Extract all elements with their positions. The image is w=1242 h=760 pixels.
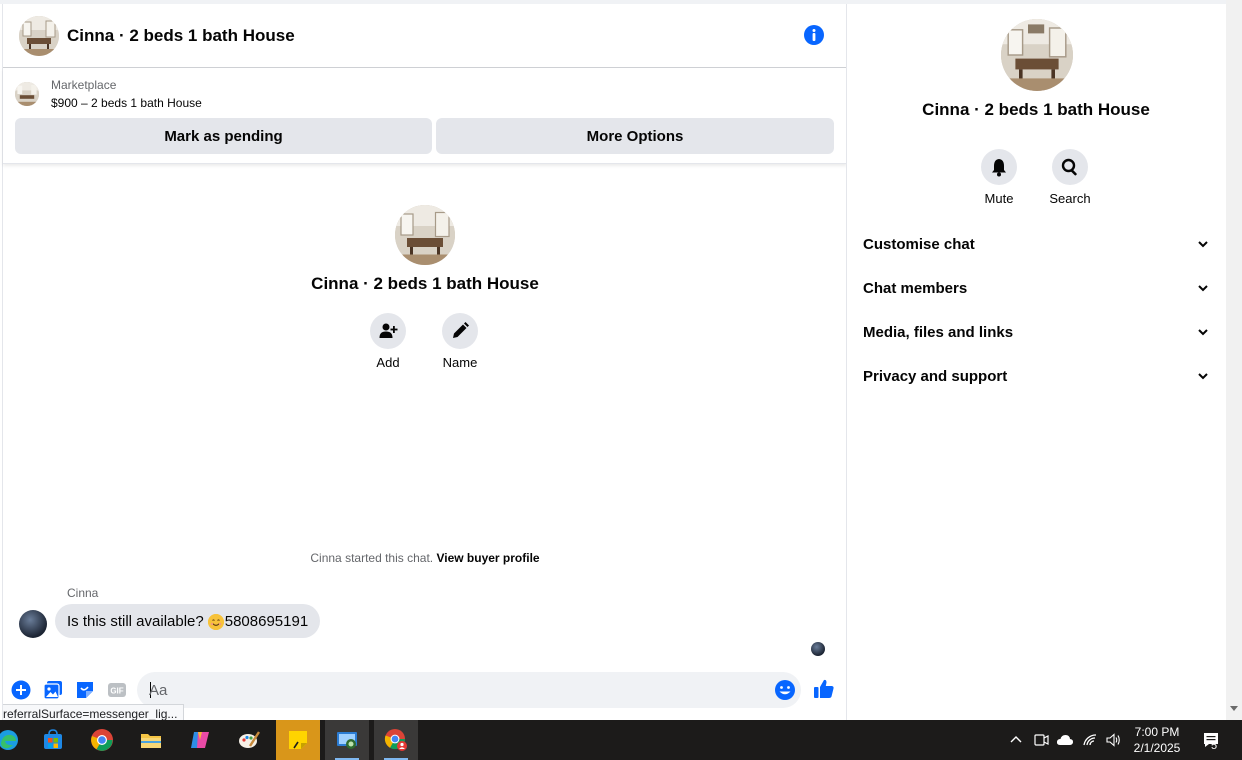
search-icon [1061, 158, 1077, 176]
listing-thumbnail[interactable] [15, 82, 39, 106]
chrome-profile-app[interactable] [374, 720, 418, 760]
mute-button[interactable]: Mute [967, 149, 1031, 206]
chat-header: Cinna · 2 beds 1 bath House [3, 4, 847, 68]
chrome-icon [91, 729, 113, 751]
mute-label: Mute [984, 191, 1014, 206]
search-in-conversation-button[interactable]: Search [1038, 149, 1102, 206]
chat-avatar[interactable] [19, 16, 59, 56]
windows-taskbar: 7:00 PM 2/1/2025 5 [0, 720, 1242, 760]
section-label: Chat members [863, 279, 968, 297]
svg-text:GIF: GIF [110, 687, 123, 696]
plus-circle-icon[interactable] [11, 680, 31, 700]
smiling-emoji-icon [207, 614, 224, 630]
message-text: Is this still available? [67, 612, 204, 630]
listing-title[interactable]: $900 – 2 beds 1 bath House [51, 96, 202, 110]
conversation-info-panel: Cinna · 2 beds 1 bath House Mute Search … [846, 4, 1224, 720]
message-input[interactable] [149, 672, 749, 708]
section-media-files-links[interactable]: Media, files and links [855, 310, 1217, 354]
wifi-icon [1083, 734, 1097, 746]
paint-app[interactable] [227, 720, 271, 760]
taskbar-clock[interactable]: 7:00 PM 2/1/2025 [1126, 724, 1188, 756]
section-label: Media, files and links [863, 323, 1014, 341]
section-privacy-support[interactable]: Privacy and support [855, 354, 1217, 398]
clock-date: 2/1/2025 [1133, 741, 1181, 755]
speaker-icon [1106, 733, 1120, 747]
add-people-button[interactable]: Add [358, 313, 418, 370]
chevron-up-icon [1010, 736, 1022, 743]
remote-desktop-icon [337, 732, 357, 749]
sticky-notes-icon [289, 731, 307, 749]
sticker-icon[interactable] [75, 680, 95, 700]
store-app[interactable] [31, 720, 75, 760]
mark-as-pending-button[interactable]: Mark as pending [15, 118, 432, 154]
seen-indicator-avatar [811, 642, 825, 656]
panel-avatar[interactable] [1001, 19, 1073, 91]
message-bubble[interactable]: Is this still available? 5808695191 [55, 604, 321, 638]
chevron-down-icon [1198, 373, 1208, 380]
conversation-avatar[interactable] [395, 205, 455, 265]
chat-pane: Cinna · 2 beds 1 bath House Marketplace … [2, 4, 847, 724]
section-chat-members[interactable]: Chat members [855, 266, 1217, 310]
chrome-app[interactable] [80, 720, 124, 760]
message-sender-name: Cinna [67, 586, 99, 600]
edge-icon [0, 730, 18, 750]
file-explorer-app[interactable] [129, 720, 173, 760]
notification-count-badge: 5 [1211, 740, 1218, 752]
volume-tray[interactable] [1102, 720, 1124, 760]
file-explorer-icon [141, 734, 161, 748]
chat-title: Cinna · 2 beds 1 bath House [67, 26, 295, 45]
add-label: Add [376, 355, 400, 370]
copilot-app[interactable] [178, 720, 222, 760]
meet-now-tray[interactable] [1030, 720, 1052, 760]
sender-avatar[interactable] [19, 610, 47, 638]
bell-icon [992, 159, 1006, 177]
gif-icon[interactable]: GIF [107, 680, 127, 700]
copilot-icon [191, 732, 209, 748]
chat-started-notice: Cinna started this chat. View buyer prof… [3, 551, 847, 565]
camera-icon [1034, 734, 1049, 746]
photo-icon[interactable] [43, 680, 63, 700]
show-hidden-icons-button[interactable] [1005, 720, 1027, 760]
edit-name-button[interactable]: Name [430, 313, 490, 370]
chevron-down-icon [1198, 329, 1208, 336]
microsoft-store-icon [44, 729, 62, 749]
section-label: Customise chat [863, 235, 975, 253]
scroll-down-arrow-icon[interactable] [1230, 706, 1238, 711]
info-icon[interactable] [803, 24, 825, 46]
remote-desktop-app[interactable] [325, 720, 369, 760]
section-label: Privacy and support [863, 367, 1008, 385]
chevron-down-icon [1198, 285, 1208, 292]
section-customise-chat[interactable]: Customise chat [855, 222, 1217, 266]
pencil-icon [453, 322, 469, 338]
sticky-notes-app[interactable] [276, 720, 320, 760]
edge-app[interactable] [0, 720, 30, 760]
thumbs-up-icon[interactable] [813, 678, 835, 700]
clock-time: 7:00 PM [1134, 725, 1180, 739]
name-label: Name [442, 355, 478, 370]
conversation-title: Cinna · 2 beds 1 bath House [311, 274, 539, 293]
search-label: Search [1049, 191, 1091, 206]
more-options-button[interactable]: More Options [436, 118, 834, 154]
chrome-profile-icon [384, 729, 407, 751]
page-scrollbar[interactable] [1226, 0, 1242, 720]
message-input-box[interactable] [137, 672, 801, 708]
chevron-down-icon [1198, 241, 1208, 248]
cloud-icon [1056, 735, 1074, 745]
message-phone-number: 5808695191 [224, 612, 309, 630]
emoji-icon[interactable] [774, 679, 796, 701]
marketplace-label: Marketplace [51, 78, 117, 92]
panel-title: Cinna · 2 beds 1 bath House [922, 100, 1150, 119]
network-tray[interactable] [1079, 720, 1101, 760]
marketplace-listing-bar: Marketplace $900 – 2 beds 1 bath House M… [3, 68, 847, 164]
onedrive-tray[interactable] [1053, 720, 1077, 760]
paint-icon [239, 731, 261, 748]
add-person-icon [379, 323, 398, 338]
view-buyer-profile-link[interactable]: View buyer profile [436, 551, 539, 565]
chat-started-text: Cinna started this chat. [310, 551, 434, 565]
